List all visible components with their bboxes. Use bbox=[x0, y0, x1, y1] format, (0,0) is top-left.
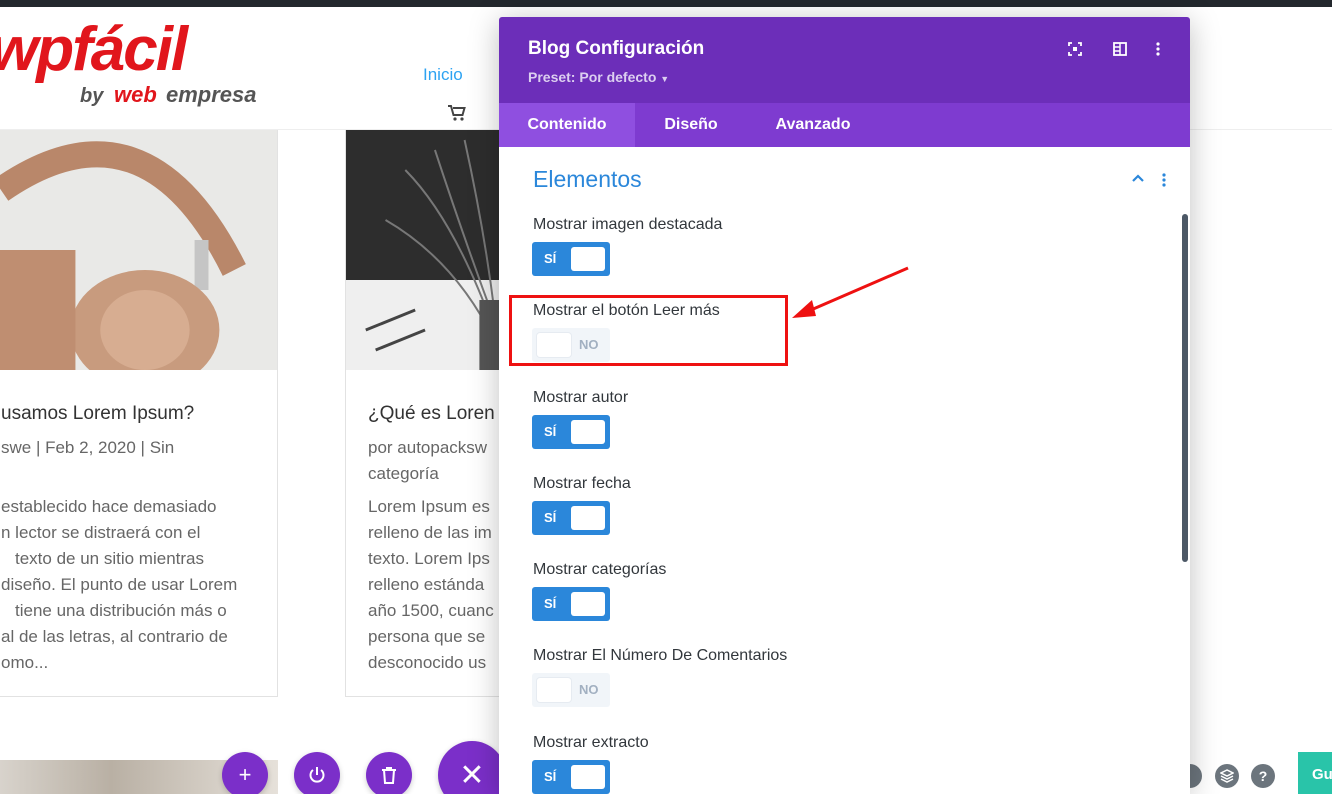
panel-tabs: Contenido Diseño Avanzado bbox=[499, 103, 1190, 147]
cart-icon[interactable] bbox=[447, 104, 467, 122]
preset-label: Preset: Por defecto bbox=[528, 69, 657, 85]
toggle-state: SÍ bbox=[544, 769, 557, 784]
toggle-fecha[interactable]: SÍ bbox=[532, 501, 610, 535]
toggle-knob bbox=[571, 506, 605, 530]
field-label-categorias: Mostrar categorías bbox=[533, 561, 667, 578]
tab-contenido[interactable]: Contenido bbox=[499, 103, 635, 147]
excerpt-line: tiene una distribución más o bbox=[15, 601, 227, 620]
help-icon[interactable]: ? bbox=[1251, 764, 1275, 788]
post-card: usamos Lorem Ipsum? swe | Feb 2, 2020 | … bbox=[0, 130, 278, 697]
excerpt-line: n lector se distraerá con el bbox=[1, 523, 201, 542]
excerpt-line: texto. Lorem Ips bbox=[368, 549, 490, 568]
highlight-annotation-box bbox=[509, 295, 788, 366]
toggle-state: SÍ bbox=[544, 596, 557, 611]
toggle-knob bbox=[537, 678, 571, 702]
toggle-extracto[interactable]: SÍ bbox=[532, 760, 610, 794]
meta-line: categoría bbox=[368, 464, 439, 483]
site-logo[interactable]: wpfácil by web empresa bbox=[0, 16, 270, 111]
toggle-autor[interactable]: SÍ bbox=[532, 415, 610, 449]
page: wpfácil by web empresa Inicio usamos Lor… bbox=[0, 0, 1332, 794]
toggle-knob bbox=[571, 592, 605, 616]
power-button[interactable] bbox=[294, 752, 340, 794]
layers-glyph bbox=[1220, 769, 1234, 783]
toggle-state: NO bbox=[579, 682, 599, 697]
post-image-headphones[interactable] bbox=[0, 130, 277, 370]
post-card: ¿Qué es Loren por autopacksw categoría L… bbox=[345, 130, 515, 697]
logo-main-text: wpfácil bbox=[0, 16, 190, 84]
arrow-annotation-icon bbox=[792, 266, 909, 318]
chevron-up-icon[interactable] bbox=[1131, 171, 1145, 185]
power-icon bbox=[309, 767, 325, 783]
post-title[interactable]: ¿Qué es Loren bbox=[368, 403, 495, 425]
field-label-comentarios: Mostrar El Número De Comentarios bbox=[533, 647, 788, 664]
toggle-knob bbox=[571, 420, 605, 444]
delete-button[interactable] bbox=[366, 752, 412, 794]
preset-dropdown[interactable]: Preset: Por defecto ▼ bbox=[528, 69, 669, 85]
tab-diseno[interactable]: Diseño bbox=[635, 103, 747, 147]
save-button[interactable]: Gu bbox=[1298, 752, 1332, 794]
toggle-state: SÍ bbox=[544, 424, 557, 439]
add-module-button[interactable]: + bbox=[222, 752, 268, 794]
split-view-icon[interactable] bbox=[1112, 41, 1128, 57]
field-label-extracto: Mostrar extracto bbox=[533, 734, 649, 751]
toggle-categorias[interactable]: SÍ bbox=[532, 587, 610, 621]
admin-bar bbox=[0, 0, 1332, 7]
logo-by-text: by bbox=[80, 85, 104, 107]
section-title-elementos[interactable]: Elementos bbox=[533, 166, 642, 193]
caret-down-icon: ▼ bbox=[660, 74, 670, 84]
toggle-comentarios[interactable]: NO bbox=[532, 673, 610, 707]
toggle-knob bbox=[571, 765, 605, 789]
toggle-state: SÍ bbox=[544, 510, 557, 525]
layers-icon[interactable] bbox=[1215, 764, 1239, 788]
trash-icon bbox=[382, 767, 396, 784]
excerpt-line: relleno de las im bbox=[368, 523, 492, 542]
tab-avanzado[interactable]: Avanzado bbox=[747, 103, 879, 147]
close-builder-button[interactable]: ✕ bbox=[438, 741, 506, 794]
excerpt-line: diseño. El punto de usar Lorem bbox=[1, 575, 238, 594]
post-excerpt: establecido hace demasiado n lector se d… bbox=[1, 494, 237, 676]
meta-line: por autopacksw bbox=[368, 438, 488, 457]
fullscreen-icon[interactable] bbox=[1067, 41, 1083, 57]
panel-scrollbar[interactable] bbox=[1182, 214, 1188, 562]
excerpt-line: desconocido us bbox=[368, 653, 487, 672]
excerpt-line: texto de un sitio mientras bbox=[15, 549, 204, 568]
more-options-icon[interactable] bbox=[1150, 41, 1166, 57]
post-meta: swe | Feb 2, 2020 | Sin bbox=[1, 438, 175, 457]
toggle-knob bbox=[571, 247, 605, 271]
panel-title: Blog Configuración bbox=[528, 38, 705, 59]
post-image-plant[interactable] bbox=[346, 130, 514, 370]
logo-brand-empresa: empresa bbox=[166, 82, 257, 107]
settings-panel: Blog Configuración Preset: Por defecto ▼… bbox=[499, 17, 1190, 794]
panel-header[interactable]: Blog Configuración Preset: Por defecto ▼ bbox=[499, 17, 1190, 103]
excerpt-line: relleno estánda bbox=[368, 575, 485, 594]
nav-inicio-link[interactable]: Inicio bbox=[423, 65, 463, 85]
excerpt-line: persona que se bbox=[368, 627, 486, 646]
toggle-state: SÍ bbox=[544, 251, 557, 266]
post-title[interactable]: usamos Lorem Ipsum? bbox=[1, 403, 194, 425]
excerpt-line: Lorem Ipsum es bbox=[368, 497, 490, 516]
field-label-imagen-destacada: Mostrar imagen destacada bbox=[533, 216, 723, 233]
section-more-icon[interactable] bbox=[1159, 172, 1169, 188]
excerpt-line: al de las letras, al contrario de bbox=[1, 627, 228, 646]
post-excerpt: Lorem Ipsum es relleno de las im texto. … bbox=[368, 494, 494, 676]
logo-brand-web: web bbox=[114, 82, 157, 107]
field-label-fecha: Mostrar fecha bbox=[533, 475, 631, 492]
excerpt-line: omo... bbox=[1, 653, 49, 672]
excerpt-line: establecido hace demasiado bbox=[1, 497, 217, 516]
toggle-imagen-destacada[interactable]: SÍ bbox=[532, 242, 610, 276]
field-label-autor: Mostrar autor bbox=[533, 389, 629, 406]
excerpt-line: año 1500, cuanc bbox=[368, 601, 494, 620]
post-meta: por autopacksw categoría bbox=[368, 435, 487, 487]
